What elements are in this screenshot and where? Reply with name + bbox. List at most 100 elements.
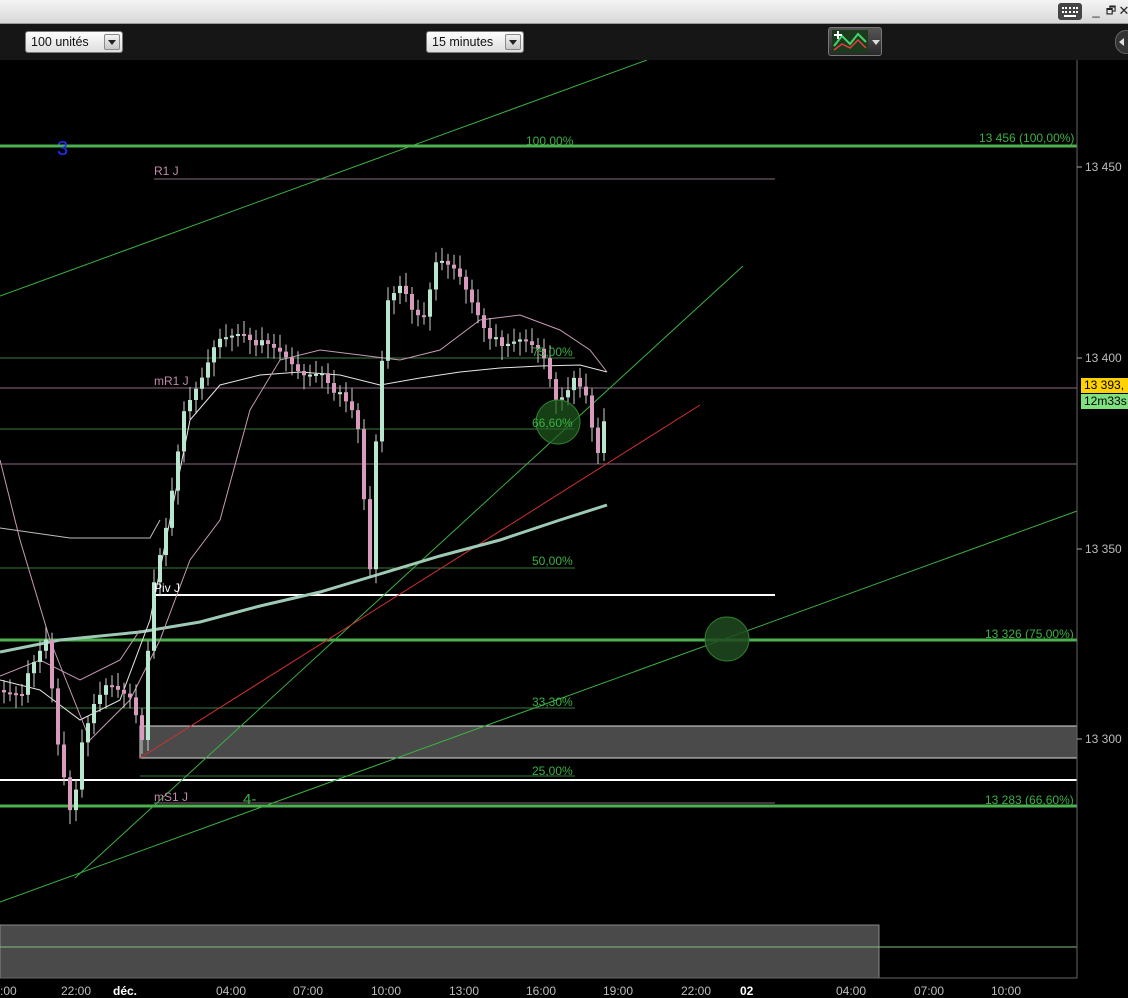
fib-label-100: 100,00%: [526, 134, 574, 148]
candle-body: [440, 260, 444, 263]
candle-body: [332, 383, 336, 393]
candle-body: [86, 723, 90, 743]
candle-body: [380, 360, 384, 442]
units-select-value: 100 unités: [31, 35, 89, 49]
y-tick-label: 13 300: [1085, 732, 1122, 746]
y-tick-label: 13 350: [1085, 542, 1122, 556]
candle-body: [230, 335, 234, 338]
candle-body: [302, 371, 306, 376]
candle-body: [560, 397, 564, 400]
candle-body: [206, 362, 210, 378]
candle-body: [62, 744, 66, 778]
fib-label-25: 25,00%: [532, 764, 573, 778]
candle-body: [506, 343, 510, 346]
candle-body: [566, 390, 570, 398]
candle-body: [104, 685, 108, 695]
x-tick-label: 04:00: [216, 984, 247, 998]
candle-body: [410, 294, 414, 310]
candle-body: [110, 685, 114, 688]
price-chart[interactable]: [0, 60, 1128, 998]
candle-body: [470, 289, 474, 303]
close-button[interactable]: ✕: [1116, 3, 1128, 19]
candle-body: [122, 689, 126, 694]
candle-body: [182, 411, 186, 452]
window-titlebar: _ 🗗 ✕: [0, 0, 1128, 24]
ms1j-label: mS1 J: [154, 790, 189, 804]
candle-body: [266, 340, 270, 344]
interval-select-value: 15 minutes: [432, 35, 494, 49]
candle-body: [98, 694, 102, 704]
chevron-down-icon: [104, 34, 120, 50]
x-tick-label: 10:00: [991, 984, 1022, 998]
candle-body: [434, 262, 438, 290]
x-tick-label: déc.: [113, 984, 138, 998]
candle-body: [290, 357, 294, 365]
candle-body: [422, 315, 426, 318]
candle-body: [308, 374, 312, 377]
candle-body: [242, 334, 246, 336]
candle-body: [14, 693, 18, 696]
candle-body: [200, 377, 204, 389]
x-tick-label: 19:00: [603, 984, 634, 998]
candle-body: [188, 400, 192, 412]
candle-body: [488, 328, 492, 339]
candle-body: [446, 260, 450, 265]
candle-body: [284, 351, 288, 358]
chart-toolbar: 100 unités 15 minutes: [0, 24, 1128, 61]
candle-body: [164, 527, 168, 556]
candle-body: [476, 302, 480, 316]
candle-body: [362, 429, 366, 500]
candle-body: [464, 276, 468, 290]
candle-body: [590, 395, 594, 428]
candle-body: [80, 742, 84, 790]
candle-body: [260, 340, 264, 346]
candle-body: [350, 401, 354, 411]
fib-label-75: 75,00%: [532, 345, 573, 359]
candle-body: [68, 777, 72, 811]
wave-label-3: 3: [57, 138, 69, 160]
candle-body: [554, 379, 558, 400]
level-label-75: 13 326 (75,00%): [985, 627, 1074, 641]
y-tick-label: 13 450: [1085, 160, 1122, 174]
candle-body: [8, 692, 12, 695]
candle-body: [92, 704, 96, 724]
candle-body: [20, 694, 24, 696]
candle-body: [158, 555, 162, 583]
countdown-badge: 12m33s: [1081, 394, 1128, 409]
candle-body: [32, 662, 36, 674]
candle-body: [44, 639, 48, 651]
candle-body: [26, 673, 30, 695]
candle-body: [572, 377, 576, 391]
pivj-label: Piv J: [154, 581, 181, 595]
candle-body: [524, 339, 528, 342]
candle-body: [458, 268, 462, 277]
candle-body: [482, 315, 486, 328]
units-select[interactable]: 100 unités: [25, 31, 123, 53]
current-price-badge: 13 393,: [1081, 378, 1128, 393]
candle-body: [494, 337, 498, 340]
mr1j-label: mR1 J: [154, 374, 189, 388]
candle-body: [134, 697, 138, 716]
x-tick-label: 07:00: [914, 984, 945, 998]
minimize-button[interactable]: _: [1088, 3, 1104, 19]
interval-select[interactable]: 15 minutes: [426, 31, 524, 53]
add-indicator-button[interactable]: [828, 27, 882, 56]
candle-body: [224, 337, 228, 340]
candle-body: [320, 373, 324, 376]
candle-body: [326, 373, 330, 383]
side-panel-toggle-icon[interactable]: [1115, 30, 1128, 54]
candle-body: [548, 358, 552, 380]
x-tick-label: 02: [740, 984, 754, 998]
level-label-66: 13 283 (66,60%): [985, 793, 1074, 807]
x-tick-label: :00: [0, 984, 17, 998]
x-tick-label: 22:00: [681, 984, 712, 998]
candle-body: [2, 690, 6, 693]
level-label-100: 13 456 (100,00%): [979, 131, 1075, 145]
candle-body: [404, 285, 408, 294]
candle-body: [368, 499, 372, 570]
candle-body: [176, 451, 180, 491]
candle-body: [296, 364, 300, 371]
candle-body: [116, 686, 120, 690]
fib-label-66: 66,60%: [532, 416, 573, 430]
keyboard-icon[interactable]: [1058, 3, 1082, 20]
